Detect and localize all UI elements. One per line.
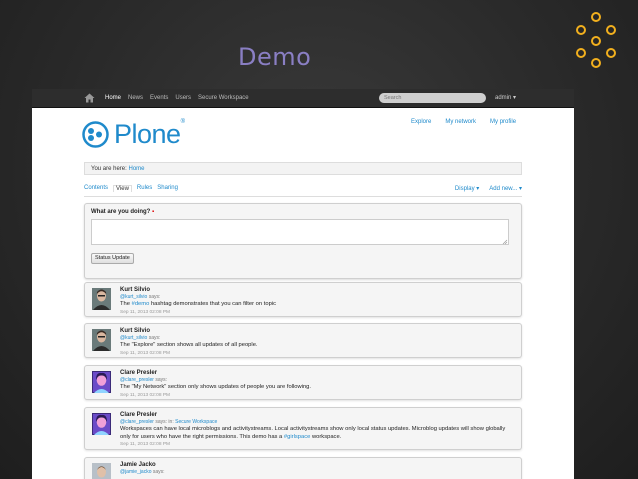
post-text-after: hashtag demonstrates that you can filter… [149, 301, 276, 307]
avatar[interactable] [92, 329, 111, 351]
link-my-network[interactable]: My network [445, 119, 476, 125]
plone-logo-icon [82, 121, 109, 148]
post-text: The "Explore" section shows all updates … [120, 342, 258, 348]
top-navigation-bar: Home News Events Users Secure Workspace … [32, 89, 574, 108]
status-update-button[interactable]: Status Update [91, 253, 134, 264]
nav-secure-workspace[interactable]: Secure Workspace [198, 95, 249, 101]
post-timestamp: Sep 11, 2013 02:08 PM [120, 309, 171, 315]
post-text-before: The [120, 301, 132, 307]
site-logo[interactable]: Plone® [82, 119, 185, 150]
post-timestamp: Sep 11, 2013 02:08 PM [120, 442, 171, 447]
display-menu[interactable]: Display ▾ [455, 185, 479, 192]
stream-post: Kurt Silvio @kurt_silvio says: The "Expl… [84, 323, 522, 358]
post-meta: @kurt_silvio says: [120, 294, 515, 300]
content-tabs-row: Contents View Rules Sharing Display ▾ Ad… [84, 185, 522, 197]
stream-post: Clare Presler @clare_presler says: The "… [84, 365, 522, 400]
post-hashtag[interactable]: #girlspace [284, 434, 310, 440]
nav-users[interactable]: Users [175, 95, 191, 101]
chevron-down-icon: ▾ [518, 186, 522, 192]
stream-post: Kurt Silvio @kurt_silvio says: The #demo… [84, 282, 522, 317]
avatar[interactable] [92, 371, 111, 393]
post-text: The "My Network" section only shows upda… [120, 384, 312, 390]
browser-screenshot: Home News Events Users Secure Workspace … [32, 89, 574, 479]
post-handle[interactable]: @kurt_silvio [120, 294, 147, 300]
post-handle[interactable]: @clare_presler [120, 377, 154, 383]
post-says: says: [155, 377, 168, 383]
post-says: says: [155, 419, 168, 425]
nav-events[interactable]: Events [150, 95, 168, 101]
post-meta: @kurt_silvio says: [120, 335, 515, 341]
avatar[interactable] [92, 463, 111, 479]
status-textarea[interactable] [91, 219, 509, 245]
link-explore[interactable]: Explore [411, 119, 431, 125]
avatar[interactable] [92, 288, 111, 310]
search-input[interactable]: Search [379, 93, 486, 103]
add-new-menu[interactable]: Add new... ▾ [489, 185, 522, 192]
user-links: Explore My network My profile [411, 119, 516, 125]
site-logo-text: Plone® [114, 119, 185, 150]
post-author[interactable]: Clare Presler [120, 370, 515, 377]
tab-view[interactable]: View [113, 185, 132, 192]
avatar[interactable] [92, 413, 111, 435]
tab-contents[interactable]: Contents [84, 185, 108, 192]
required-marker: ▪ [152, 209, 155, 215]
nav-home[interactable]: Home [105, 95, 121, 101]
chevron-down-icon: ▾ [513, 95, 517, 101]
post-timestamp: Sep 11, 2013 02:08 PM [120, 392, 171, 398]
post-context-prefix: in: [167, 419, 176, 425]
stream-post: Clare Presler @clare_presler says: in: S… [84, 407, 522, 450]
link-my-profile[interactable]: My profile [490, 119, 516, 125]
home-icon[interactable] [84, 93, 95, 103]
post-says: says: [148, 335, 161, 341]
post-handle[interactable]: @jamie_jacko [120, 469, 151, 475]
user-menu[interactable]: admin ▾ [495, 94, 516, 101]
logo-word: Plone [114, 119, 181, 149]
chevron-down-icon: ▾ [476, 186, 480, 192]
post-says: says: [152, 469, 165, 475]
post-text-after: workspace. [310, 433, 342, 440]
slide-logo-dots-icon [572, 12, 622, 68]
breadcrumb-prefix: You are here: [91, 166, 127, 172]
post-author[interactable]: Kurt Silvio [120, 287, 515, 294]
resize-handle-icon[interactable] [502, 239, 508, 245]
post-handle[interactable]: @clare_presler [120, 419, 154, 425]
stream-post: Jamie Jacko @jamie_jacko says: [84, 457, 522, 479]
post-author[interactable]: Kurt Silvio [120, 328, 515, 335]
post-meta: @clare_presler says: [120, 377, 515, 383]
post-meta: @jamie_jacko says: [120, 469, 515, 475]
post-author[interactable]: Clare Presler [120, 412, 515, 419]
post-handle[interactable]: @kurt_silvio [120, 335, 147, 341]
breadcrumb: You are here: Home [84, 162, 522, 175]
post-text: The #demo hashtag demonstrates that you … [120, 301, 515, 309]
display-label: Display [454, 186, 475, 192]
slide-title: Demo [238, 43, 312, 71]
post-timestamp: Sep 11, 2013 02:08 PM [120, 350, 171, 356]
breadcrumb-home[interactable]: Home [128, 166, 144, 172]
tab-rules[interactable]: Rules [137, 185, 152, 192]
global-nav: Home News Events Users Secure Workspace [105, 95, 249, 101]
post-author[interactable]: Jamie Jacko [120, 462, 515, 469]
post-meta: @clare_presler says: in: Secure Workspac… [120, 419, 515, 425]
tab-sharing[interactable]: Sharing [157, 185, 178, 192]
status-question-text: What are you doing? [91, 209, 151, 215]
post-says: says: [148, 294, 161, 300]
post-text: Workspaces can have local microblogs and… [120, 426, 515, 441]
user-name: admin [495, 95, 512, 101]
status-question-label: What are you doing? ▪ [91, 209, 154, 215]
post-hashtag[interactable]: #demo [132, 301, 150, 307]
status-update-form: What are you doing? ▪ Status Update [84, 203, 522, 279]
post-context-link[interactable]: Secure Workspace [175, 419, 217, 425]
add-new-label: Add new... [489, 186, 518, 192]
logo-trademark: ® [180, 119, 185, 125]
nav-news[interactable]: News [128, 95, 143, 101]
